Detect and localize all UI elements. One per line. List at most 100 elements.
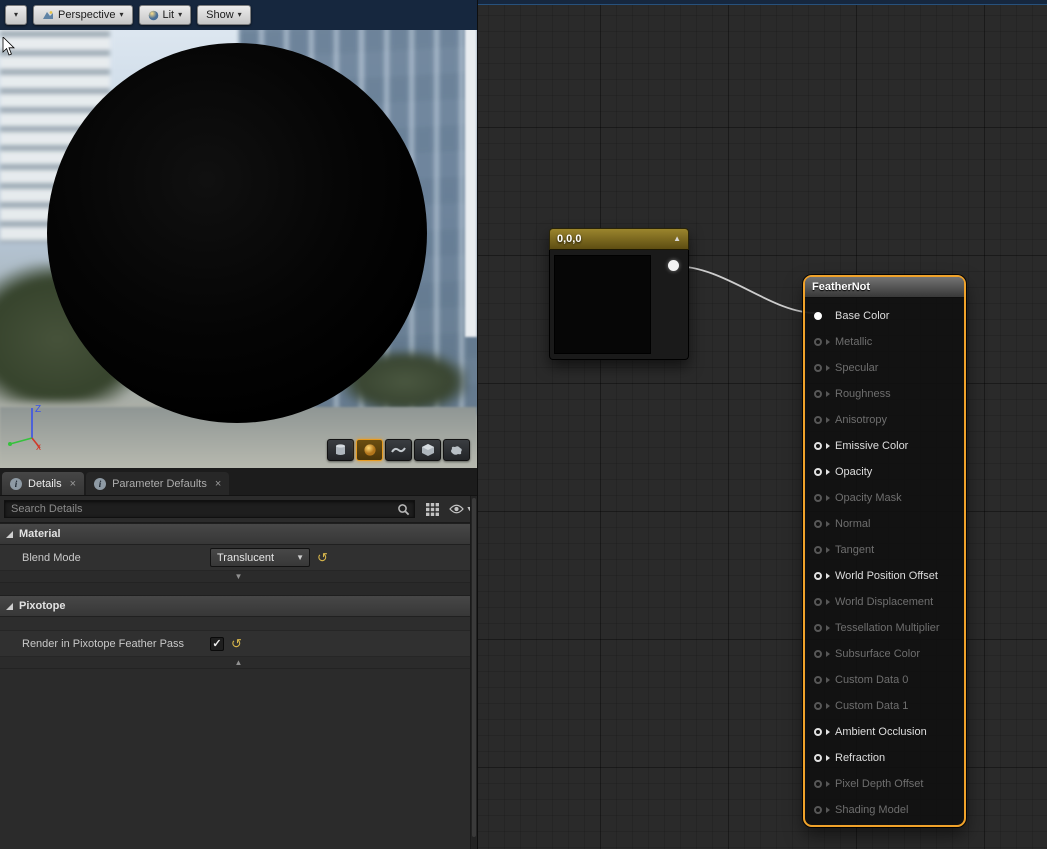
preview-shape-mesh-button[interactable] xyxy=(443,439,470,461)
pin-roughness[interactable]: Roughness xyxy=(805,381,964,407)
pin-world-position-offset[interactable]: World Position Offset xyxy=(805,563,964,589)
pin-label: Roughness xyxy=(835,388,891,400)
scrollbar-thumb[interactable] xyxy=(472,498,476,837)
tab-parameter-defaults-label: Parameter Defaults xyxy=(112,478,207,490)
material-section-title: Material xyxy=(19,528,61,540)
reset-to-default-icon[interactable]: ↺ xyxy=(317,551,328,564)
pin-world-displacement[interactable]: World Displacement xyxy=(805,589,964,615)
feather-pass-checkbox[interactable]: ✓ xyxy=(210,637,224,651)
tab-parameter-defaults[interactable]: i Parameter Defaults × xyxy=(86,472,229,495)
pixotope-section-expander[interactable]: ▲ xyxy=(0,657,477,669)
pin-ambient-occlusion[interactable]: Ambient Occlusion xyxy=(805,719,964,745)
mouse-cursor xyxy=(2,37,16,57)
pin-normal[interactable]: Normal xyxy=(805,511,964,537)
color-swatch[interactable] xyxy=(554,255,651,354)
preview-shape-buttons xyxy=(327,439,470,461)
pin-custom-data-0[interactable]: Custom Data 0 xyxy=(805,667,964,693)
feather-pass-label: Render in Pixotope Feather Pass xyxy=(0,638,210,650)
constant-node-header[interactable]: 0,0,0 ▲ xyxy=(549,228,689,250)
tab-details[interactable]: i Details × xyxy=(2,472,84,495)
details-scrollbar[interactable] xyxy=(470,496,477,849)
pin-icon xyxy=(814,572,822,580)
details-search-row: Search Details ▼ xyxy=(0,496,477,523)
pin-base-color[interactable]: Base Color xyxy=(805,303,964,329)
pin-tangent[interactable]: Tangent xyxy=(805,537,964,563)
show-button[interactable]: Show ▾ xyxy=(197,5,251,25)
pin-icon xyxy=(814,702,822,710)
grid-icon xyxy=(426,503,439,516)
photo-pillar xyxy=(465,0,477,337)
material-result-node[interactable]: FeatherNot Base Color Metallic Specular Rou… xyxy=(803,275,966,827)
chevron-down-icon: ▾ xyxy=(119,11,123,19)
reset-to-default-icon[interactable]: ↺ xyxy=(231,637,242,650)
pin-subsurface-color[interactable]: Subsurface Color xyxy=(805,641,964,667)
pin-label: Opacity Mask xyxy=(835,492,902,504)
eye-icon xyxy=(449,504,464,514)
perspective-button[interactable]: Perspective ▾ xyxy=(33,5,133,25)
pin-label: Shading Model xyxy=(835,804,908,816)
pixotope-section-title: Pixotope xyxy=(19,600,65,612)
pin-specular[interactable]: Specular xyxy=(805,355,964,381)
pin-label: Pixel Depth Offset xyxy=(835,778,923,790)
pin-tessellation-multiplier[interactable]: Tessellation Multiplier xyxy=(805,615,964,641)
pin-label: Custom Data 1 xyxy=(835,700,908,712)
material-section-expander[interactable]: ▼ xyxy=(0,571,477,583)
preview-shape-plane-button[interactable] xyxy=(385,439,412,461)
preview-shape-cylinder-button[interactable] xyxy=(327,439,354,461)
pin-icon xyxy=(814,650,822,658)
preview-shape-sphere-button[interactable] xyxy=(356,439,383,461)
blend-mode-label: Blend Mode xyxy=(0,552,210,564)
pin-opacity[interactable]: Opacity xyxy=(805,459,964,485)
material-preview-viewport[interactable]: ▾ Perspective ▾ Lit ▾ Show ▾ xyxy=(0,0,477,468)
material-node-header[interactable]: FeatherNot xyxy=(805,277,964,298)
axis-gizmo: Z x xyxy=(6,400,62,452)
plane-icon xyxy=(391,445,406,455)
pin-label: Metallic xyxy=(835,336,872,348)
constant-color-node[interactable]: 0,0,0 ▲ xyxy=(549,228,689,360)
pin-icon xyxy=(814,728,822,736)
blend-mode-value: Translucent xyxy=(217,552,274,564)
pin-icon xyxy=(814,754,822,762)
pin-pixel-depth-offset[interactable]: Pixel Depth Offset xyxy=(805,771,964,797)
pin-custom-data-1[interactable]: Custom Data 1 xyxy=(805,693,964,719)
pin-refraction[interactable]: Refraction xyxy=(805,745,964,771)
material-section-header[interactable]: Material xyxy=(0,523,477,545)
graph-top-strip xyxy=(478,0,1047,5)
collapse-triangle-icon[interactable]: ▲ xyxy=(673,235,681,243)
preview-shape-cube-button[interactable] xyxy=(414,439,441,461)
chevron-down-icon: ▾ xyxy=(178,11,182,19)
property-matrix-button[interactable] xyxy=(420,499,444,519)
pin-anisotropy[interactable]: Anisotropy xyxy=(805,407,964,433)
search-icon xyxy=(397,503,410,521)
constant-node-body[interactable] xyxy=(549,250,689,360)
pin-emissive-color[interactable]: Emissive Color xyxy=(805,433,964,459)
viewport-options-dropdown-button[interactable]: ▾ xyxy=(5,5,27,25)
close-icon[interactable]: × xyxy=(215,478,221,490)
pin-icon xyxy=(814,338,822,346)
close-icon[interactable]: × xyxy=(70,478,76,490)
info-icon: i xyxy=(10,478,22,490)
preview-sphere[interactable] xyxy=(47,43,427,423)
constant-output-pin[interactable] xyxy=(668,260,679,271)
pin-shading-model[interactable]: Shading Model xyxy=(805,797,964,823)
pin-icon xyxy=(814,416,822,424)
pin-label: Base Color xyxy=(835,310,889,322)
material-graph-panel[interactable]: 0,0,0 ▲ FeatherNot Base Color Metallic Spe… xyxy=(478,0,1047,849)
pin-label: Ambient Occlusion xyxy=(835,726,927,738)
pixotope-section-header[interactable]: Pixotope xyxy=(0,595,477,617)
lit-button[interactable]: Lit ▾ xyxy=(139,5,192,25)
cylinder-icon xyxy=(334,443,347,457)
pin-label: World Displacement xyxy=(835,596,933,608)
search-placeholder: Search Details xyxy=(5,503,83,515)
pin-metallic[interactable]: Metallic xyxy=(805,329,964,355)
expanded-triangle-icon xyxy=(6,531,13,538)
search-input[interactable]: Search Details xyxy=(4,500,415,518)
lit-button-label: Lit xyxy=(163,9,175,21)
chevron-down-icon: ▾ xyxy=(14,11,18,19)
pin-opacity-mask[interactable]: Opacity Mask xyxy=(805,485,964,511)
blend-mode-dropdown[interactable]: Translucent ▼ xyxy=(210,548,310,567)
mesh-icon xyxy=(449,444,464,457)
pin-label: Opacity xyxy=(835,466,872,478)
section-subgap xyxy=(0,617,477,631)
material-node-pins: Base Color Metallic Specular Roughness Aniso… xyxy=(805,298,964,823)
